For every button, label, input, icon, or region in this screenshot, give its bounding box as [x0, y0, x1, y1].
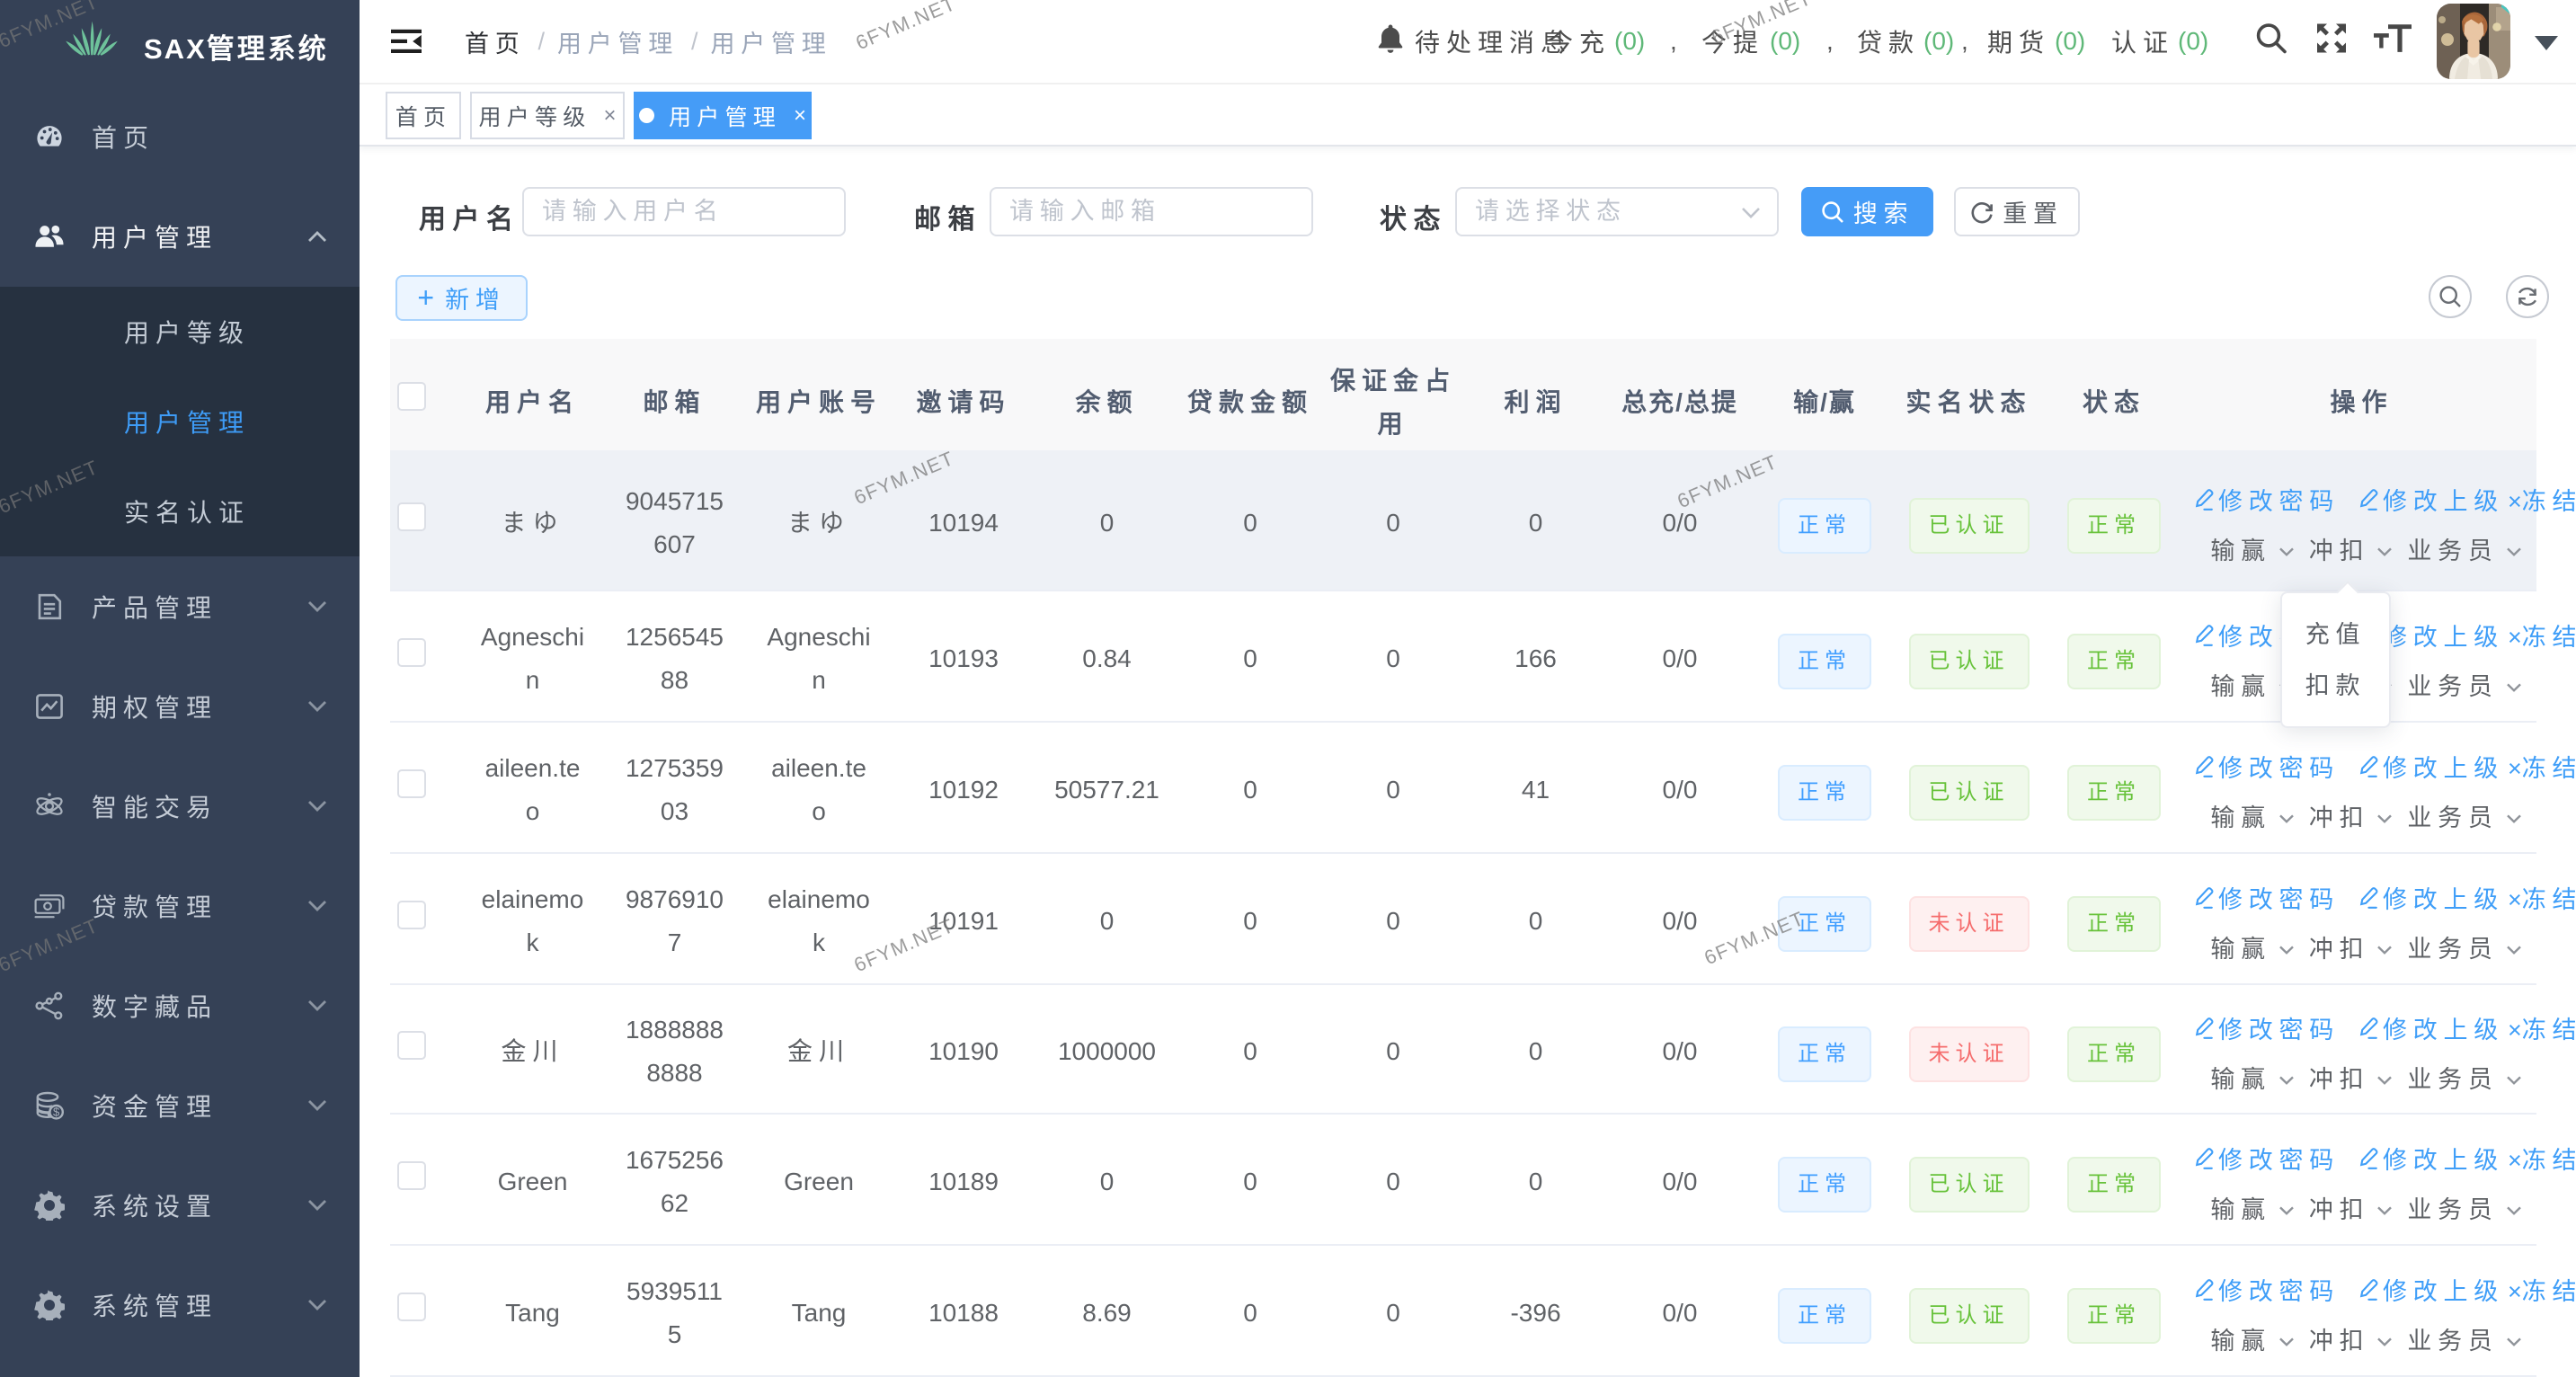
svg-text:$: $: [53, 1105, 60, 1118]
